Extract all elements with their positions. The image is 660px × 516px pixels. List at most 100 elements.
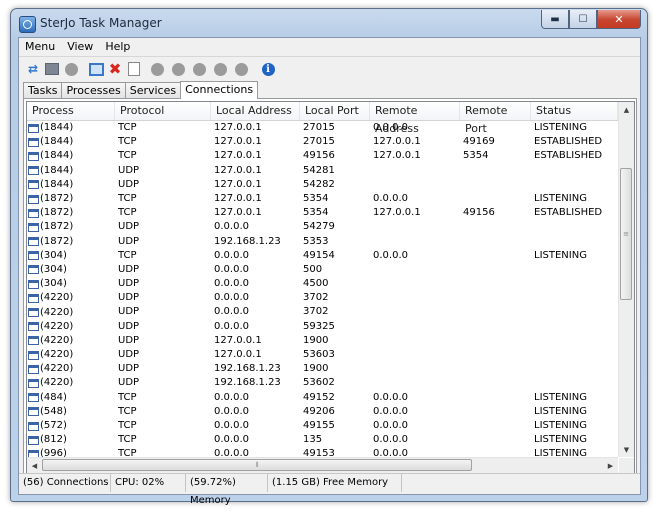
process-icon <box>28 123 39 133</box>
table-row[interactable]: (4220) UDP 0.0.0.0 59325 <box>27 320 618 334</box>
process-icon <box>28 378 39 388</box>
table-row[interactable]: (1844) UDP 127.0.0.1 54281 <box>27 164 618 178</box>
cell-protocol: TCP <box>118 136 137 148</box>
table-row[interactable]: (1844) TCP 127.0.0.1 27015 0.0.0.0 LISTENING <box>27 121 618 135</box>
title-bar[interactable]: SterJo Task Manager ▬ ☐ ✕ <box>11 9 647 37</box>
cell-remote-address: 0.0.0.0 <box>373 391 408 403</box>
cell-protocol: UDP <box>118 263 140 275</box>
document-icon[interactable] <box>126 61 142 77</box>
process-icon <box>28 293 39 303</box>
process-id: (1844) <box>40 178 74 190</box>
cell-process: (1872) <box>27 206 115 220</box>
tab-processes[interactable]: Processes <box>61 82 126 98</box>
cell-local-port: 54281 <box>303 164 335 176</box>
cell-protocol: UDP <box>118 235 140 247</box>
vertical-scrollbar[interactable]: ▲ ≡ ▼ <box>618 102 634 457</box>
cell-protocol: UDP <box>118 363 140 375</box>
table-row[interactable]: (1844) TCP 127.0.0.1 49156 127.0.0.1 5354 ESTA… <box>27 149 618 163</box>
refresh-icon[interactable]: ⇄ <box>25 61 41 77</box>
process-id: (4220) <box>40 292 74 304</box>
cell-local-port: 5354 <box>303 207 329 219</box>
maximize-button[interactable]: ☐ <box>569 10 597 29</box>
window-icon[interactable] <box>88 61 104 77</box>
table-row[interactable]: (1844) UDP 127.0.0.1 54282 <box>27 178 618 192</box>
table-row[interactable]: (4220) UDP 0.0.0.0 3702 <box>27 305 618 319</box>
column-header-remote-port[interactable]: Remote Port <box>460 102 531 135</box>
cell-local-address: 127.0.0.1 <box>214 150 262 162</box>
cell-remote-address: 0.0.0.0 <box>373 249 408 261</box>
table-row[interactable]: (548) TCP 0.0.0.0 49206 0.0.0.0 LISTENING <box>27 405 618 419</box>
cell-remote-port <box>460 419 531 433</box>
cell-protocol: UDP <box>118 292 140 304</box>
cell-status: LISTENING <box>534 391 587 403</box>
table-row[interactable]: (304) TCP 0.0.0.0 49154 0.0.0.0 LISTENING <box>27 249 618 263</box>
cell-protocol: UDP <box>118 334 140 346</box>
table-row[interactable]: (1872) UDP 0.0.0.0 54279 <box>27 220 618 234</box>
cell-protocol: TCP <box>118 249 137 261</box>
cell-local-port: 54282 <box>303 178 335 190</box>
scroll-corner <box>619 458 634 473</box>
column-header-protocol[interactable]: Protocol <box>115 102 211 120</box>
cell-remote-address <box>370 277 460 291</box>
column-header-local-port[interactable]: Local Port <box>300 102 370 120</box>
column-header-status[interactable]: Status <box>531 102 618 120</box>
table-row[interactable]: (572) TCP 0.0.0.0 49155 0.0.0.0 LISTENING <box>27 419 618 433</box>
table-row[interactable]: (1872) TCP 127.0.0.1 5354 0.0.0.0 LISTENING <box>27 192 618 206</box>
table-row[interactable]: (4220) UDP 192.168.1.23 53602 <box>27 376 618 390</box>
table-row[interactable]: (4220) UDP 192.168.1.23 1900 <box>27 362 618 376</box>
cell-status: LISTENING <box>534 249 587 261</box>
cell-remote-address: 0.0.0.0 <box>373 405 408 417</box>
menu-help[interactable]: Help <box>99 38 136 56</box>
column-header-local-address[interactable]: Local Address <box>211 102 300 120</box>
table-row[interactable]: (1872) TCP 127.0.0.1 5354 127.0.0.1 49156 ESTA… <box>27 206 618 220</box>
table-row[interactable]: (4220) UDP 127.0.0.1 53603 <box>27 348 618 362</box>
cell-process: (812) <box>27 433 115 447</box>
process-icon <box>28 237 39 247</box>
cell-protocol: UDP <box>118 377 140 389</box>
cell-protocol: TCP <box>118 419 137 431</box>
table-row[interactable]: (304) UDP 0.0.0.0 4500 <box>27 277 618 291</box>
end-process-icon[interactable]: ✖ <box>107 60 123 78</box>
table-row[interactable]: (484) TCP 0.0.0.0 49152 0.0.0.0 LISTENING <box>27 391 618 405</box>
tab-services[interactable]: Services <box>124 82 182 98</box>
scroll-down-icon[interactable]: ▼ <box>619 442 634 457</box>
cell-local-port: 49206 <box>303 405 335 417</box>
menu-view[interactable]: View <box>61 38 99 56</box>
cell-remote-port <box>460 376 531 390</box>
minimize-button[interactable]: ▬ <box>541 10 569 29</box>
windows-icon[interactable] <box>44 61 60 77</box>
tab-tasks[interactable]: Tasks <box>23 82 63 98</box>
table-row[interactable]: (4220) UDP 0.0.0.0 3702 <box>27 291 618 305</box>
cell-status: LISTENING <box>534 405 587 417</box>
table-row[interactable]: (304) UDP 0.0.0.0 500 <box>27 263 618 277</box>
cell-remote-address: 127.0.0.1 <box>373 207 421 219</box>
vertical-scroll-thumb[interactable]: ≡ <box>620 168 632 300</box>
tab-connections[interactable]: Connections <box>180 81 259 99</box>
process-id: (4220) <box>40 306 74 318</box>
column-header-remote-address[interactable]: Remote Address <box>370 102 460 135</box>
horizontal-scrollbar[interactable]: ◀ ⦀ ▶ <box>27 457 618 473</box>
info-icon[interactable]: i <box>260 61 276 77</box>
horizontal-scroll-thumb[interactable]: ⦀ <box>42 459 472 471</box>
scroll-left-icon[interactable]: ◀ <box>27 458 42 473</box>
cell-remote-port <box>460 121 531 135</box>
scroll-up-icon[interactable]: ▲ <box>619 102 634 117</box>
cell-local-port: 59325 <box>303 320 335 332</box>
process-id: (484) <box>40 391 67 403</box>
table-row[interactable]: (1844) TCP 127.0.0.1 27015 127.0.0.1 49169 EST… <box>27 135 618 149</box>
scroll-right-icon[interactable]: ▶ <box>603 458 618 473</box>
close-button[interactable]: ✕ <box>597 10 641 29</box>
column-header-process[interactable]: Process <box>27 102 115 120</box>
cell-remote-address: 127.0.0.1 <box>373 150 421 162</box>
block-icon[interactable] <box>63 61 79 77</box>
process-icon <box>28 308 39 318</box>
table-row[interactable]: (4220) UDP 127.0.0.1 1900 <box>27 334 618 348</box>
connections-list[interactable]: Process Protocol Local Address Local Por… <box>26 101 635 474</box>
process-id: (1844) <box>40 122 74 134</box>
table-row[interactable]: (1872) UDP 192.168.1.23 5353 <box>27 235 618 249</box>
process-id: (4220) <box>40 334 74 346</box>
cell-remote-port <box>460 348 531 362</box>
table-row[interactable]: (812) TCP 0.0.0.0 135 0.0.0.0 LISTENING <box>27 433 618 447</box>
menu-menu[interactable]: Menu <box>19 38 61 56</box>
cell-local-address: 127.0.0.1 <box>214 178 262 190</box>
